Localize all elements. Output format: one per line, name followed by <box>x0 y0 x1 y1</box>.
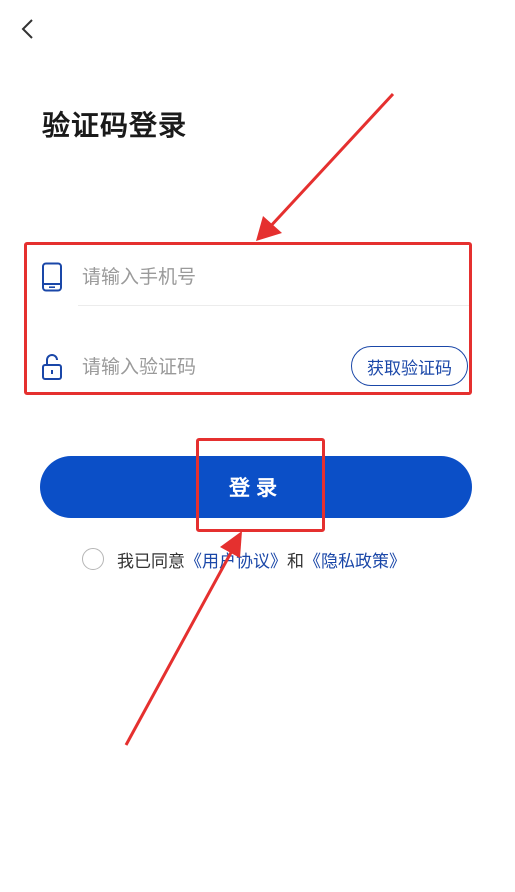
agreement-conjunction: 和 <box>287 551 304 572</box>
login-page: 验证码登录 获取验证码 登录 我已同意 《用户协议》 和 <box>0 0 515 892</box>
agreement-checkbox[interactable] <box>82 548 104 570</box>
mobile-phone-icon <box>40 262 64 292</box>
agreement-prefix: 我已同意 <box>117 551 185 572</box>
annotation-arrow-top <box>256 92 395 241</box>
privacy-policy-link[interactable]: 《隐私政策》 <box>304 547 406 572</box>
verification-code-input[interactable] <box>82 356 332 378</box>
agreement-row: 我已同意 《用户协议》 和 《隐私政策》 <box>82 544 406 574</box>
get-code-button[interactable]: 获取验证码 <box>351 346 468 386</box>
login-button[interactable]: 登录 <box>40 456 472 518</box>
unlock-icon <box>40 352 64 382</box>
phone-input[interactable] <box>82 266 332 288</box>
back-button[interactable] <box>12 14 42 44</box>
user-agreement-link[interactable]: 《用户协议》 <box>185 547 287 572</box>
page-title: 验证码登录 <box>42 109 188 142</box>
chevron-left-icon <box>21 19 33 39</box>
phone-field <box>40 246 470 308</box>
field-divider <box>78 305 470 306</box>
